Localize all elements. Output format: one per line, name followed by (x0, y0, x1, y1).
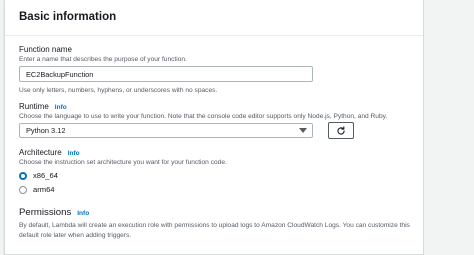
runtime-info-link[interactable]: Info (55, 104, 67, 111)
radio-label-arm64: arm64 (33, 185, 55, 194)
architecture-label-text: Architecture (19, 148, 62, 157)
function-name-hint: Use only letters, numbers, hyphens, or u… (19, 87, 218, 94)
radio-option-arm64[interactable]: arm64 (19, 185, 55, 194)
page-background-gutter (424, 0, 474, 255)
permissions-description-line2: default role later when adding triggers. (19, 232, 132, 239)
permissions-info-link[interactable]: Info (77, 210, 89, 217)
function-name-input[interactable]: EC2BackupFunction (19, 66, 313, 82)
radio-checked-icon[interactable] (19, 171, 27, 180)
runtime-label: Runtime Info (19, 102, 67, 111)
architecture-description: Choose the instruction set architecture … (19, 159, 227, 166)
basic-information-panel: Basic information Function name Enter a … (4, 0, 424, 255)
runtime-select[interactable]: Python 3.12 (19, 123, 313, 138)
permissions-description-line1: By default, Lambda will create an execut… (19, 222, 410, 229)
function-name-label: Function name (19, 45, 72, 54)
caret-down-icon (299, 128, 307, 133)
refresh-runtime-button[interactable] (328, 122, 354, 139)
runtime-description: Choose the language to use to write your… (19, 113, 388, 120)
radio-option-x86_64[interactable]: x86_64 (19, 171, 58, 180)
architecture-info-link[interactable]: Info (68, 150, 80, 157)
panel-title: Basic information (19, 11, 117, 23)
function-name-description: Enter a name that describes the purpose … (19, 56, 187, 63)
panel-header: Basic information (5, 0, 423, 36)
permissions-title-text: Permissions (19, 207, 72, 218)
runtime-selected-value: Python 3.12 (26, 126, 66, 135)
runtime-label-text: Runtime (19, 102, 49, 111)
radio-unchecked-icon[interactable] (19, 185, 27, 194)
refresh-icon (337, 125, 345, 135)
permissions-title: Permissions Info (19, 207, 89, 218)
architecture-label: Architecture Info (19, 148, 80, 157)
radio-label-x86_64: x86_64 (33, 171, 58, 180)
